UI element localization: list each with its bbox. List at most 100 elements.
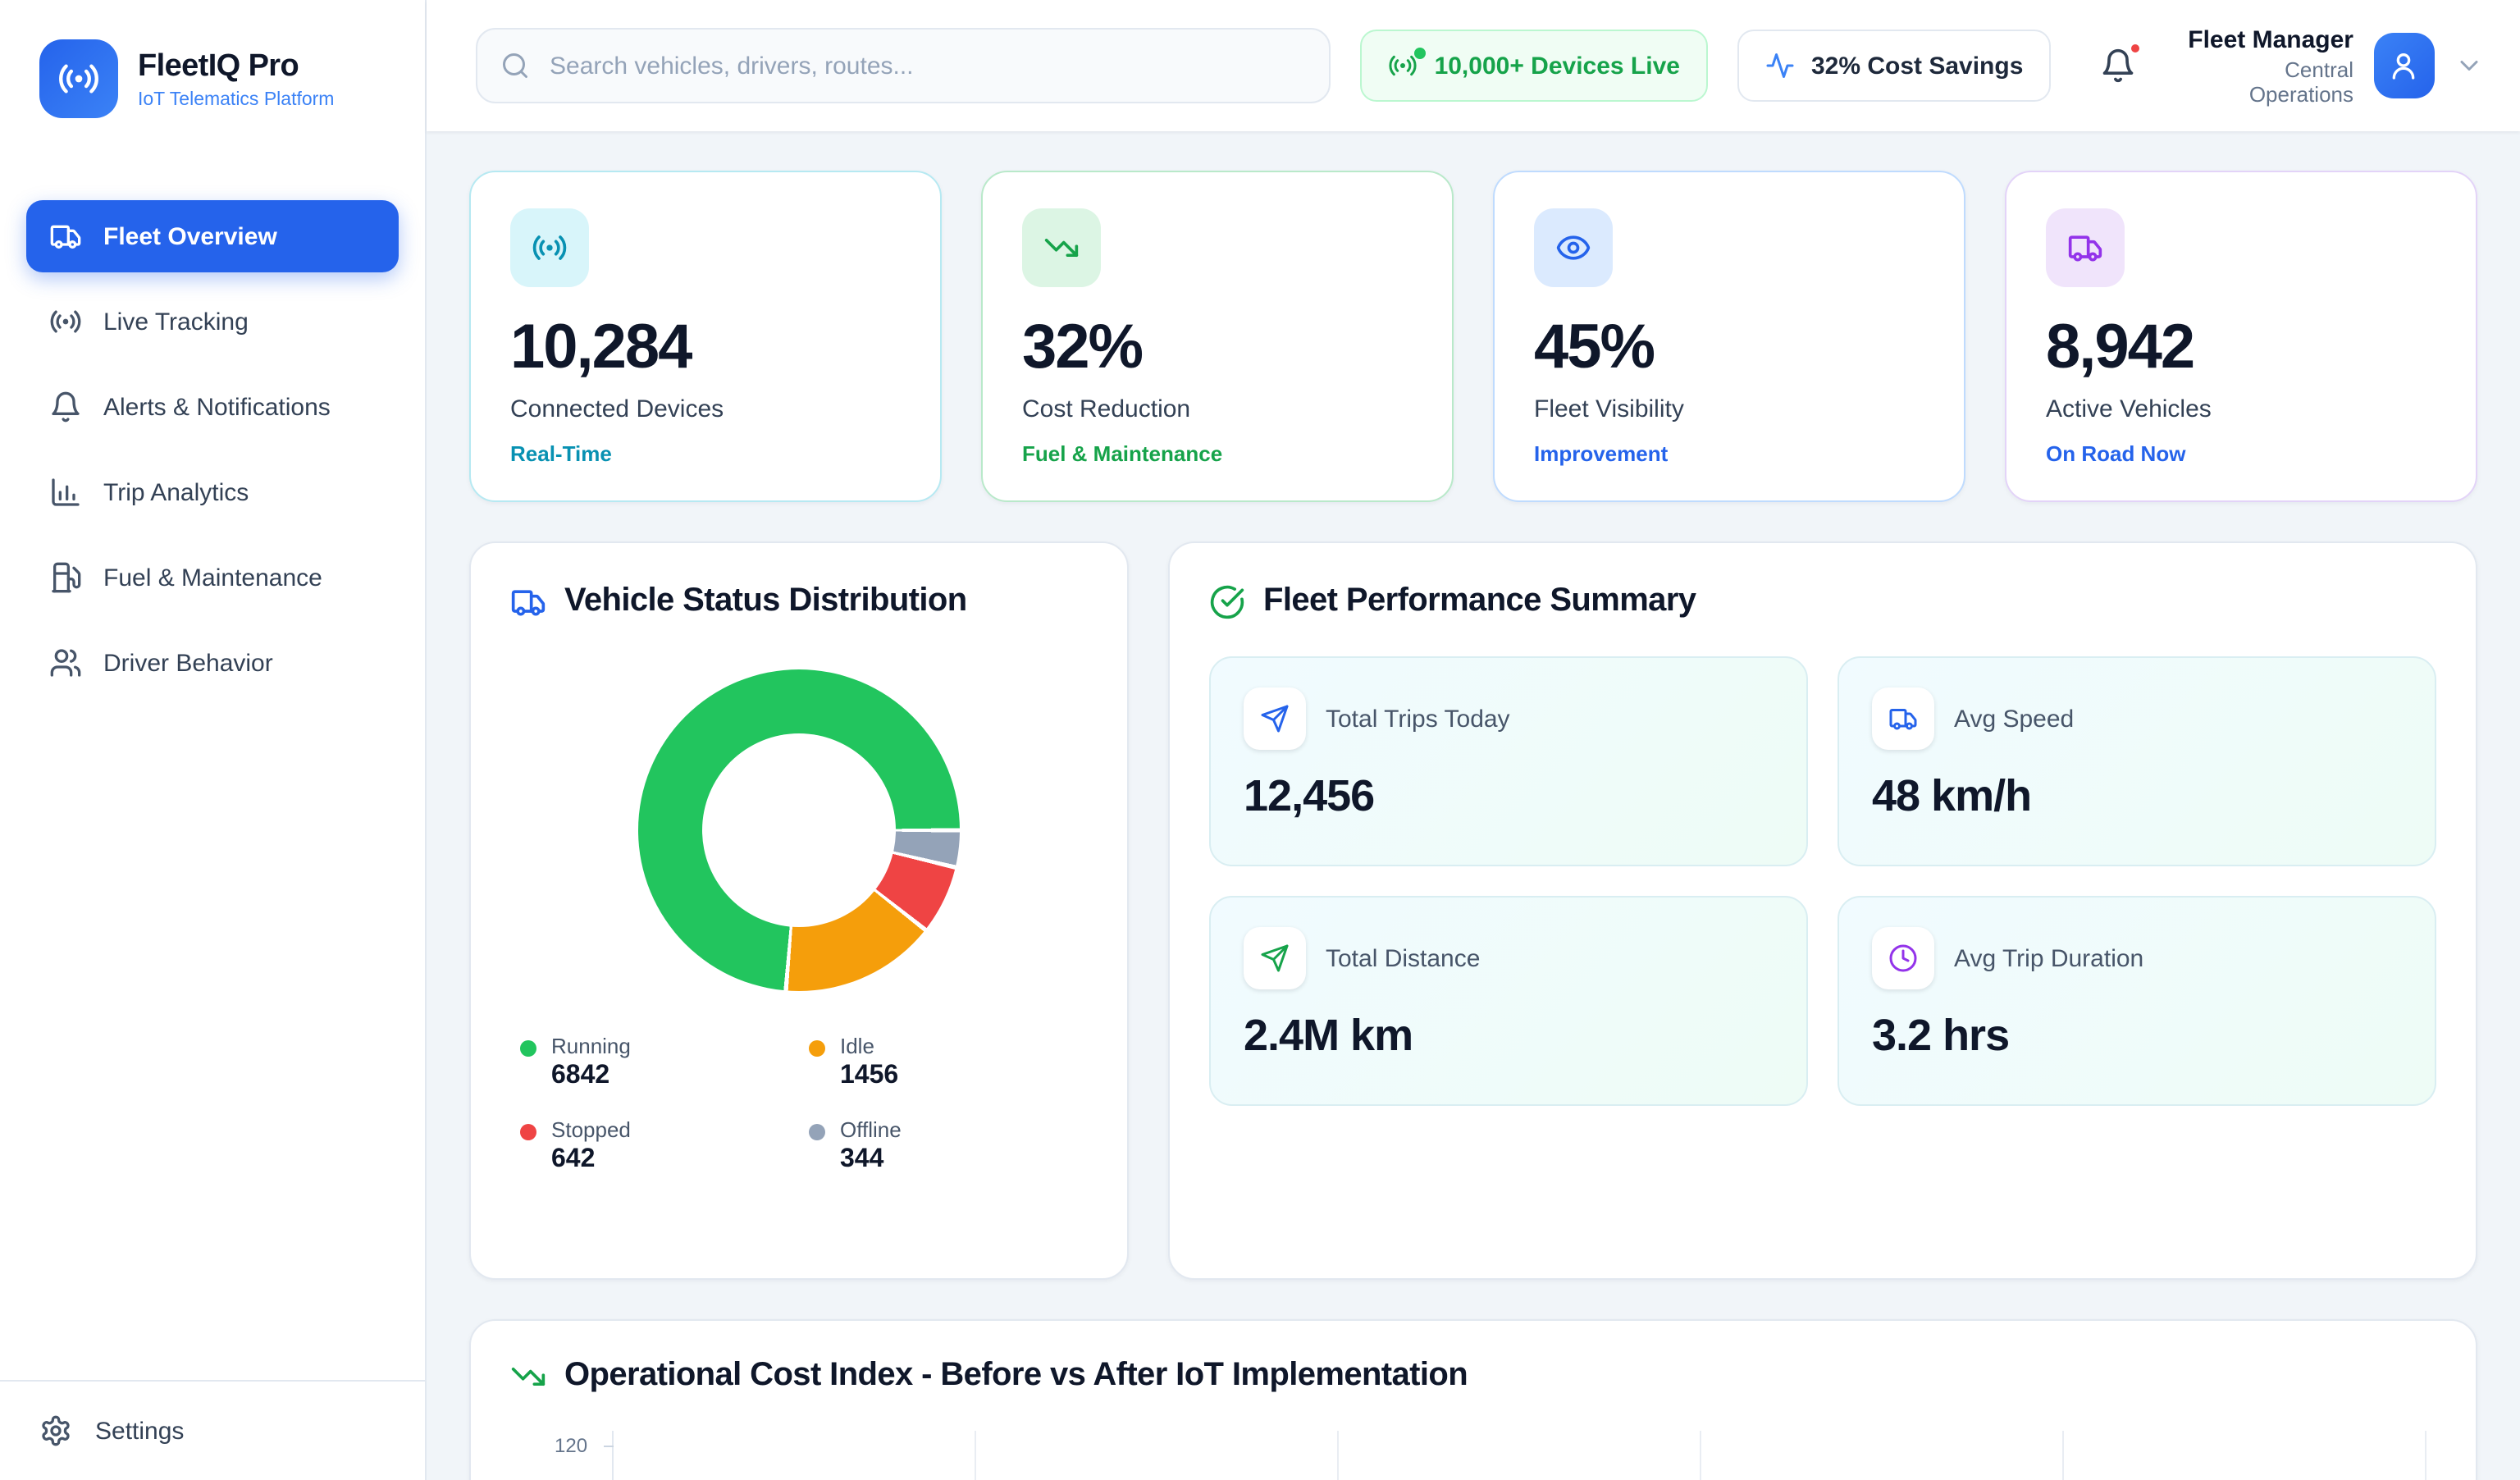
brand-name: FleetIQ Pro: [138, 48, 334, 85]
top-header: 10,000+ Devices Live 32% Cost Savings Fl…: [427, 0, 2520, 131]
sidebar-item-label: Live Tracking: [103, 308, 249, 336]
vehicle-status-title: Vehicle Status Distribution: [564, 582, 967, 620]
sidebar-item-settings[interactable]: Settings: [0, 1380, 425, 1480]
bell-icon: [49, 391, 82, 423]
user-name: Fleet Manager: [2185, 25, 2353, 53]
stat-label: Fleet Visibility: [1534, 395, 1924, 423]
stat-card-fleet-visibility: 45% Fleet Visibility Improvement: [1493, 171, 1965, 502]
tile-avg-trip-duration: Avg Trip Duration 3.2 hrs: [1838, 896, 2436, 1106]
check-circle-icon: [1209, 583, 1245, 619]
truck-icon: [2046, 208, 2125, 287]
legend-value: 642: [551, 1145, 631, 1175]
cost-savings-label: 32% Cost Savings: [1811, 52, 2023, 80]
stat-label: Active Vehicles: [2046, 395, 2436, 423]
legend-value: 344: [840, 1145, 902, 1175]
tile-avg-speed: Avg Speed 48 km/h: [1838, 656, 2436, 866]
legend-label: Stopped: [551, 1117, 631, 1142]
fleet-performance-title: Fleet Performance Summary: [1263, 582, 1696, 620]
radio-icon: [510, 208, 589, 287]
stat-value: 8,942: [2046, 313, 2436, 384]
sidebar-item-label: Fleet Overview: [103, 222, 277, 250]
tile-label: Avg Speed: [1954, 705, 2074, 733]
trending-down-icon: [1022, 208, 1101, 287]
stat-card-cost-reduction: 32% Cost Reduction Fuel & Maintenance: [981, 171, 1454, 502]
sidebar-item-trip-analytics[interactable]: Trip Analytics: [26, 456, 399, 528]
gear-icon: [39, 1414, 72, 1447]
legend-item-running: Running 6842: [520, 1034, 789, 1091]
search-icon: [500, 51, 530, 80]
legend-label: Running: [551, 1034, 631, 1058]
tile-total-distance: Total Distance 2.4M km: [1209, 896, 1808, 1106]
stats-row: 10,284 Connected Devices Real-Time 32% C…: [469, 171, 2477, 502]
legend-dot: [520, 1124, 536, 1140]
brand-tagline: IoT Telematics Platform: [138, 89, 334, 109]
devices-live-badge: 10,000+ Devices Live: [1361, 30, 1708, 102]
devices-live-label: 10,000+ Devices Live: [1435, 52, 1680, 80]
tile-value: 48 km/h: [1872, 771, 2402, 822]
operational-cost-title: Operational Cost Index - Before vs After…: [564, 1357, 1468, 1395]
sidebar: FleetIQ Pro IoT Telematics Platform Flee…: [0, 0, 427, 1480]
stat-sublabel: Real-Time: [510, 441, 901, 466]
y-axis-tick-mark: [604, 1446, 614, 1447]
truck-icon: [510, 583, 546, 619]
stat-sublabel: Improvement: [1534, 441, 1924, 466]
vehicle-status-legend: Running 6842 Idle 1456: [510, 1027, 1088, 1175]
stat-value: 32%: [1022, 313, 1413, 384]
sidebar-item-live-tracking[interactable]: Live Tracking: [26, 285, 399, 358]
vehicle-status-donut: [638, 669, 960, 991]
radio-icon: [49, 305, 82, 338]
tile-total-trips: Total Trips Today 12,456: [1209, 656, 1808, 866]
stat-label: Connected Devices: [510, 395, 901, 423]
chevron-down-icon: [2454, 51, 2484, 80]
users-icon: [49, 646, 82, 679]
notifications-button[interactable]: [2090, 38, 2146, 94]
sidebar-item-alerts-notifications[interactable]: Alerts & Notifications: [26, 371, 399, 443]
tile-value: 3.2 hrs: [1872, 1011, 2402, 1062]
fleet-performance-card: Fleet Performance Summary Total Trips To…: [1168, 541, 2477, 1280]
tile-value: 12,456: [1244, 771, 1774, 822]
sidebar-item-fleet-overview[interactable]: Fleet Overview: [26, 200, 399, 272]
legend-dot: [809, 1124, 825, 1140]
cost-chart-plot: 120: [612, 1431, 2436, 1480]
legend-dot: [520, 1040, 536, 1057]
donut-hole: [702, 733, 896, 927]
tile-label: Avg Trip Duration: [1954, 944, 2143, 972]
stat-value: 45%: [1534, 313, 1924, 384]
legend-value: 6842: [551, 1062, 631, 1091]
live-dot: [1415, 48, 1427, 59]
legend-item-stopped: Stopped 642: [520, 1117, 789, 1175]
send-icon: [1244, 927, 1306, 989]
sidebar-item-driver-behavior[interactable]: Driver Behavior: [26, 627, 399, 699]
stat-label: Cost Reduction: [1022, 395, 1413, 423]
sidebar-nav: Fleet Overview Live Tracking Alerts & No…: [0, 177, 425, 1380]
operational-cost-card: Operational Cost Index - Before vs After…: [469, 1319, 2477, 1480]
user-menu[interactable]: Fleet Manager Central Operations: [2185, 25, 2490, 106]
sidebar-item-label: Trip Analytics: [103, 478, 249, 506]
sidebar-item-label: Fuel & Maintenance: [103, 564, 322, 592]
legend-label: Offline: [840, 1117, 902, 1142]
sidebar-item-fuel-maintenance[interactable]: Fuel & Maintenance: [26, 541, 399, 614]
legend-item-offline: Offline 344: [809, 1117, 1078, 1175]
brand-logo-radio-icon: [39, 39, 118, 118]
sidebar-item-label: Alerts & Notifications: [103, 393, 331, 421]
search-input[interactable]: [476, 28, 1331, 103]
stat-card-connected-devices: 10,284 Connected Devices Real-Time: [469, 171, 942, 502]
brand: FleetIQ Pro IoT Telematics Platform: [0, 0, 425, 135]
eye-icon: [1534, 208, 1613, 287]
stat-value: 10,284: [510, 313, 901, 384]
vehicle-status-card: Vehicle Status Distribution Running 6842: [469, 541, 1129, 1280]
fleetiq-dashboard: FleetIQ Pro IoT Telematics Platform Flee…: [0, 0, 2520, 1480]
notification-dot: [2128, 41, 2143, 56]
cost-savings-badge: 32% Cost Savings: [1737, 30, 2051, 102]
truck-icon: [49, 220, 82, 253]
search: [476, 28, 1331, 103]
sidebar-item-label: Driver Behavior: [103, 649, 273, 677]
stat-sublabel: On Road Now: [2046, 441, 2436, 466]
main-column: 10,000+ Devices Live 32% Cost Savings Fl…: [427, 0, 2520, 1480]
settings-label: Settings: [95, 1417, 184, 1445]
bar-chart-icon: [49, 476, 82, 509]
stat-sublabel: Fuel & Maintenance: [1022, 441, 1413, 466]
content: 10,284 Connected Devices Real-Time 32% C…: [427, 131, 2520, 1480]
y-axis-tick-label: 120: [555, 1434, 587, 1457]
tile-value: 2.4M km: [1244, 1011, 1774, 1062]
